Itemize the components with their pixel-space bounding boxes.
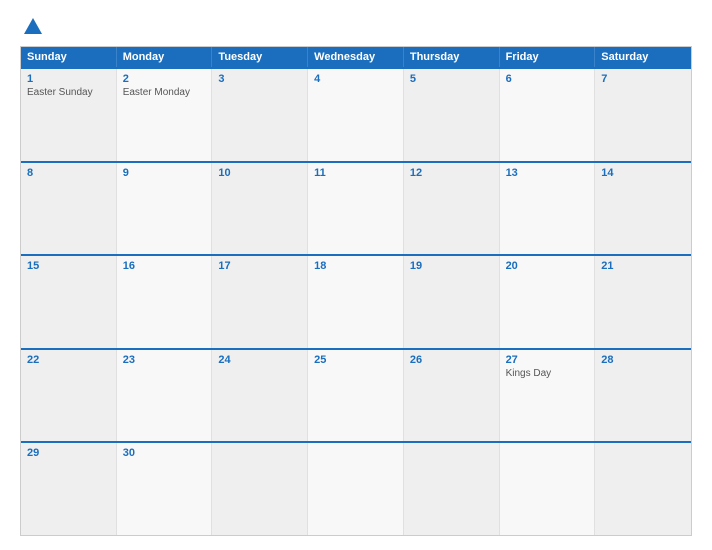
day-header-thursday: Thursday	[404, 47, 500, 67]
day-number: 10	[218, 167, 301, 179]
day-number: 7	[601, 73, 685, 85]
cal-cell: 5	[404, 69, 500, 161]
cal-cell: 20	[500, 256, 596, 348]
day-number: 30	[123, 447, 206, 459]
day-number: 19	[410, 260, 493, 272]
logo-triangle-icon	[24, 18, 42, 34]
cal-cell: 28	[595, 350, 691, 442]
day-number: 24	[218, 354, 301, 366]
cal-cell	[500, 443, 596, 535]
cal-cell: 19	[404, 256, 500, 348]
cal-cell: 7	[595, 69, 691, 161]
day-number: 8	[27, 167, 110, 179]
day-number: 18	[314, 260, 397, 272]
week-row-5: 29 30	[21, 441, 691, 535]
cal-cell: 2 Easter Monday	[117, 69, 213, 161]
week-row-3: 15 16 17 18 19 20 21	[21, 254, 691, 348]
cal-cell: 14	[595, 163, 691, 255]
day-number: 15	[27, 260, 110, 272]
day-number: 17	[218, 260, 301, 272]
day-number: 6	[506, 73, 589, 85]
cal-cell: 4	[308, 69, 404, 161]
day-number: 16	[123, 260, 206, 272]
cal-cell: 30	[117, 443, 213, 535]
day-number: 14	[601, 167, 685, 179]
cal-cell: 16	[117, 256, 213, 348]
day-number: 21	[601, 260, 685, 272]
cal-cell: 12	[404, 163, 500, 255]
cal-cell: 18	[308, 256, 404, 348]
cal-cell: 1 Easter Sunday	[21, 69, 117, 161]
cal-cell: 3	[212, 69, 308, 161]
cal-cell: 10	[212, 163, 308, 255]
day-number: 23	[123, 354, 206, 366]
cal-cell	[212, 443, 308, 535]
cal-cell: 27 Kings Day	[500, 350, 596, 442]
calendar-event: Kings Day	[506, 368, 589, 379]
day-number: 12	[410, 167, 493, 179]
week-row-2: 8 9 10 11 12 13 14	[21, 161, 691, 255]
cal-cell: 21	[595, 256, 691, 348]
calendar-header-row: SundayMondayTuesdayWednesdayThursdayFrid…	[21, 47, 691, 67]
cal-cell: 26	[404, 350, 500, 442]
day-number: 25	[314, 354, 397, 366]
calendar-event: Easter Sunday	[27, 87, 110, 98]
week-row-1: 1 Easter Sunday 2 Easter Monday 3 4 5 67	[21, 67, 691, 161]
cal-cell	[308, 443, 404, 535]
day-number: 13	[506, 167, 589, 179]
cal-cell: 22	[21, 350, 117, 442]
day-number: 3	[218, 73, 301, 85]
day-number: 28	[601, 354, 685, 366]
day-number: 4	[314, 73, 397, 85]
day-number: 11	[314, 167, 397, 179]
cal-cell: 17	[212, 256, 308, 348]
day-header-saturday: Saturday	[595, 47, 691, 67]
day-number: 22	[27, 354, 110, 366]
day-number: 26	[410, 354, 493, 366]
calendar-page: SundayMondayTuesdayWednesdayThursdayFrid…	[0, 0, 712, 550]
day-number: 20	[506, 260, 589, 272]
cal-cell: 29	[21, 443, 117, 535]
day-number: 27	[506, 354, 589, 366]
cal-cell: 8	[21, 163, 117, 255]
day-header-monday: Monday	[117, 47, 213, 67]
cal-cell: 6	[500, 69, 596, 161]
cal-cell: 24	[212, 350, 308, 442]
calendar-body: 1 Easter Sunday 2 Easter Monday 3 4 5 67 8 9 10 11 1…	[21, 67, 691, 535]
cal-cell: 15	[21, 256, 117, 348]
day-number: 29	[27, 447, 110, 459]
day-number: 2	[123, 73, 206, 85]
day-header-tuesday: Tuesday	[212, 47, 308, 67]
day-header-sunday: Sunday	[21, 47, 117, 67]
day-header-friday: Friday	[500, 47, 596, 67]
week-row-4: 22 23 24 25 26 27 Kings Day 28	[21, 348, 691, 442]
day-number: 1	[27, 73, 110, 85]
day-header-wednesday: Wednesday	[308, 47, 404, 67]
cal-cell: 13	[500, 163, 596, 255]
cal-cell: 9	[117, 163, 213, 255]
cal-cell: 23	[117, 350, 213, 442]
cal-cell	[595, 443, 691, 535]
cal-cell: 11	[308, 163, 404, 255]
day-number: 5	[410, 73, 493, 85]
calendar-event: Easter Monday	[123, 87, 206, 98]
calendar-grid: SundayMondayTuesdayWednesdayThursdayFrid…	[20, 46, 692, 536]
cal-cell: 25	[308, 350, 404, 442]
logo	[20, 18, 42, 36]
day-number: 9	[123, 167, 206, 179]
cal-cell	[404, 443, 500, 535]
header	[20, 18, 692, 36]
